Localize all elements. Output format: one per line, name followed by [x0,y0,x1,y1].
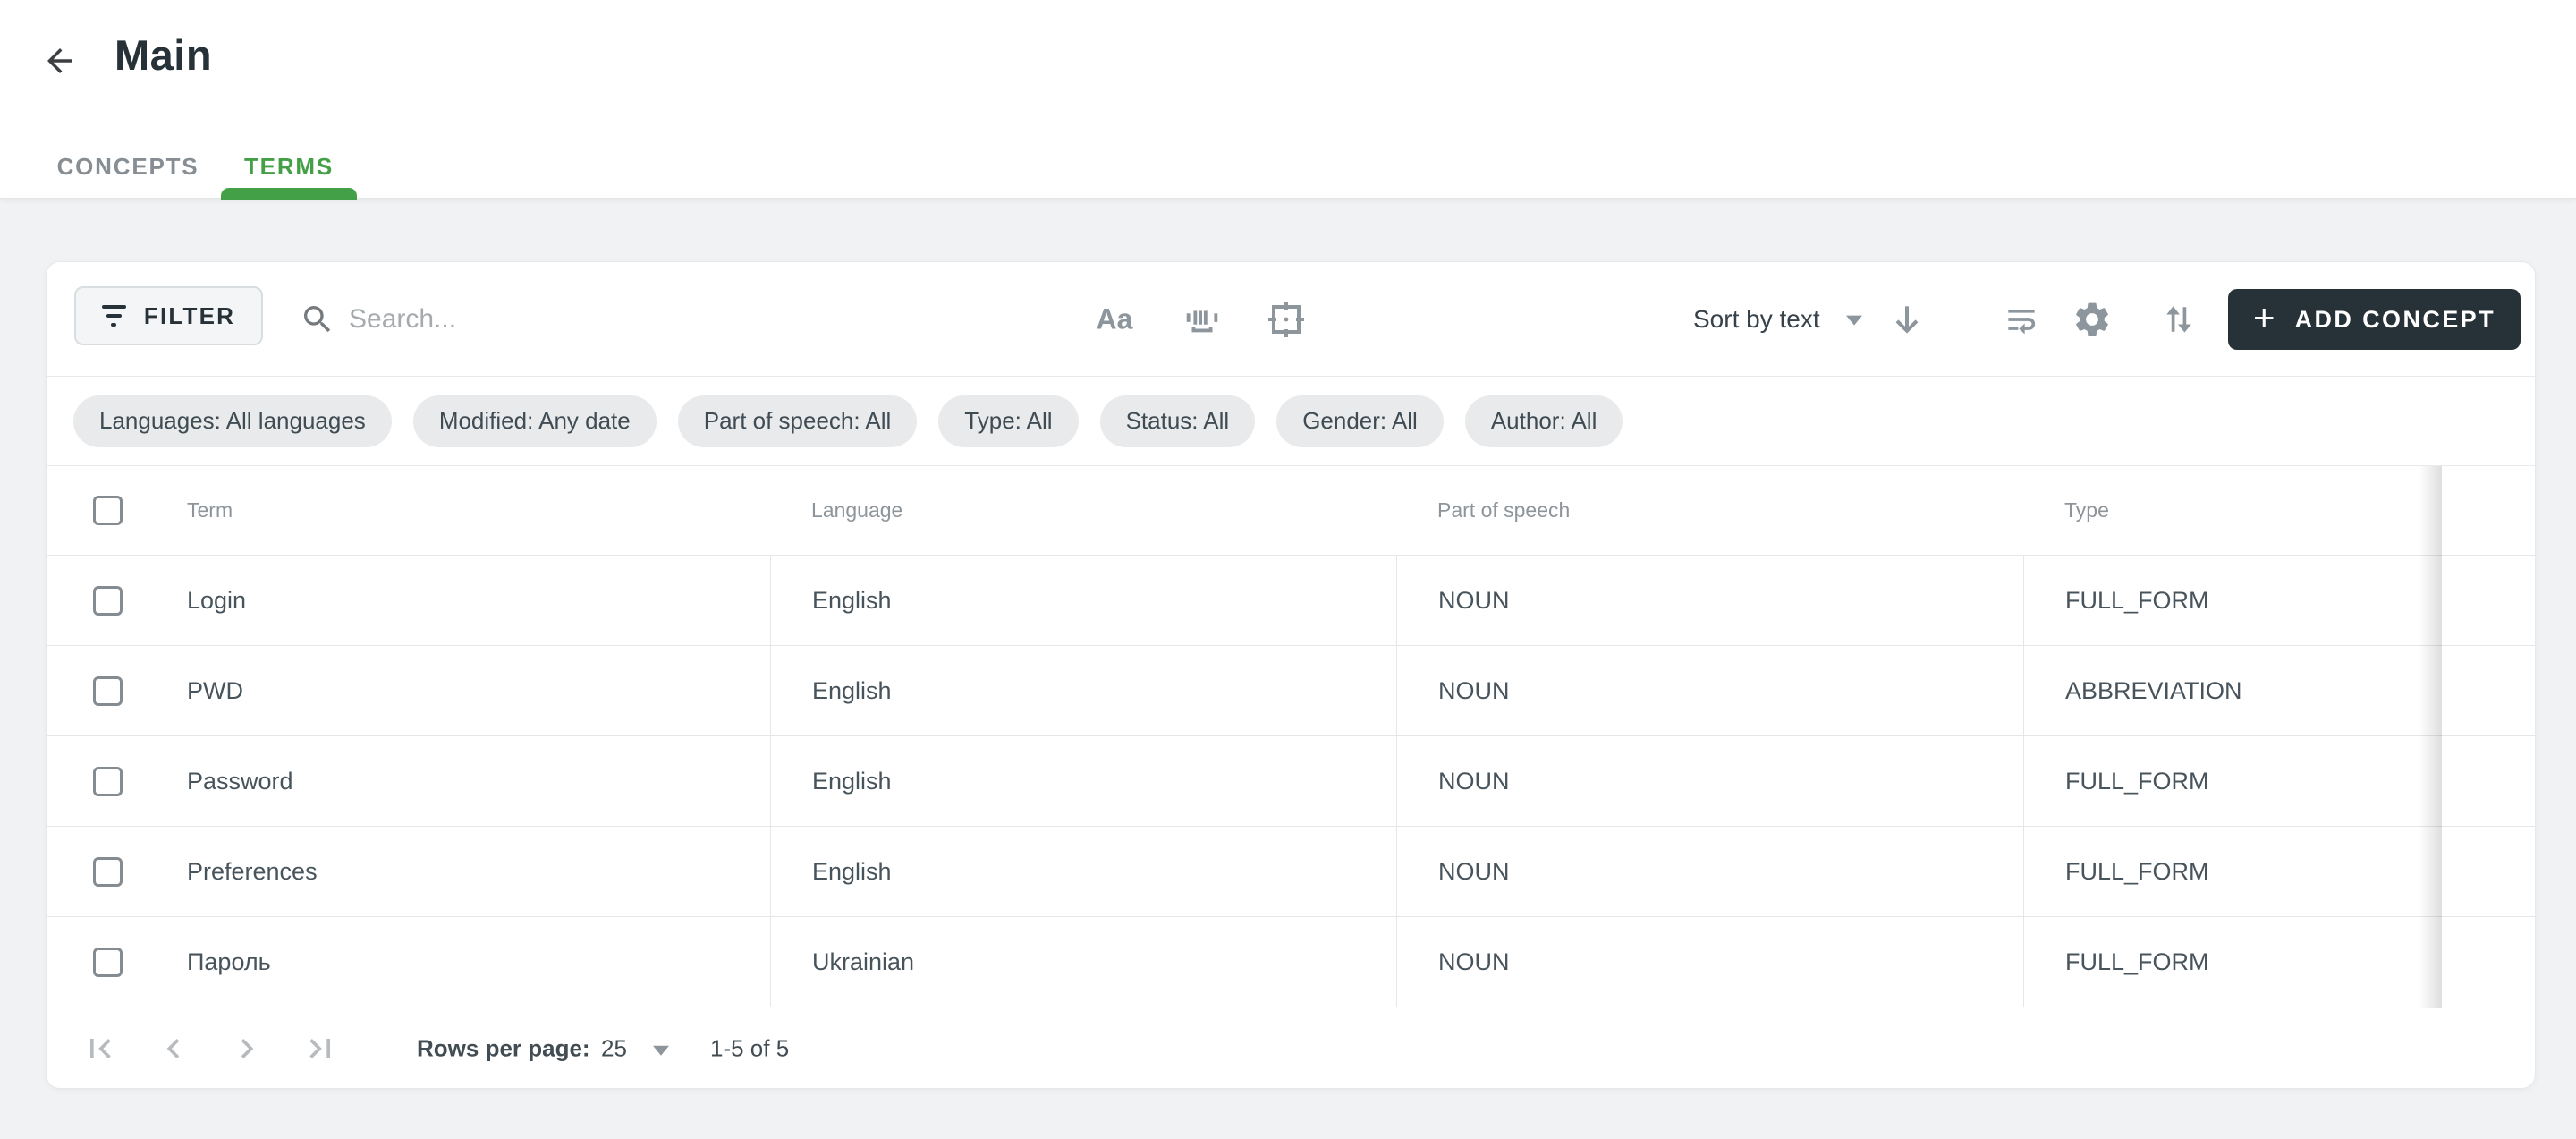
term-cell: Login [187,587,246,615]
type-cell: ABBREVIATION [2023,646,2444,735]
next-page-button[interactable] [225,1027,268,1070]
pinned-cell [2444,736,2535,826]
prev-page-icon [154,1029,193,1068]
center-frame-icon[interactable] [1265,298,1308,341]
term-cell: PWD [187,677,243,705]
part-of-speech-cell: NOUN [1396,827,2023,916]
type-cell: FULL_FORM [2023,736,2444,826]
filter-button-label: FILTER [144,302,235,330]
column-header-term: Term [187,498,233,523]
filter-chip[interactable]: Status: All [1100,395,1256,447]
arrow-down-icon[interactable] [1887,300,1927,339]
rows-per-page-select[interactable]: 25 [601,1034,627,1062]
filter-chip[interactable]: Author: All [1465,395,1623,447]
part-of-speech-cell: NOUN [1396,556,2023,645]
table-row[interactable]: Пароль UkrainianNOUNFULL_FORM [47,917,2535,1007]
wrap-text-icon[interactable] [2002,300,2041,339]
table-row[interactable]: Login EnglishNOUNFULL_FORM [47,556,2535,646]
table-row[interactable]: PWD EnglishNOUNABBREVIATION [47,646,2535,736]
type-cell: FULL_FORM [2023,556,2444,645]
part-of-speech-cell: NOUN [1396,736,2023,826]
pagination-bar: Rows per page: 25 1-5 of 5 [47,1007,2535,1089]
pagination-range: 1-5 of 5 [710,1034,789,1062]
add-concept-label: ADD CONCEPT [2295,306,2496,334]
filter-chip[interactable]: Type: All [938,395,1078,447]
swap-vertical-icon[interactable] [2159,300,2199,339]
search-icon [300,302,335,337]
row-checkbox[interactable] [93,948,123,977]
settings-gear-icon[interactable] [2072,299,2113,340]
part-of-speech-cell: NOUN [1396,917,2023,1007]
language-cell: English [770,556,1396,645]
filter-button[interactable]: FILTER [74,286,263,345]
table-body: LoginEnglishNOUNFULL_FORMPWDEnglishNOUNA… [47,556,2535,1007]
search-input[interactable] [349,304,903,335]
add-concept-button[interactable]: + ADD CONCEPT [2228,289,2521,350]
term-cell: Preferences [187,858,318,886]
part-of-speech-cell: NOUN [1396,646,2023,735]
language-cell: Ukrainian [770,917,1396,1007]
previous-page-button[interactable] [152,1027,195,1070]
toolbar: FILTER Aa Sort b [47,262,2535,377]
first-page-icon [80,1029,120,1068]
term-cell: Password [187,768,293,795]
filter-chip[interactable]: Part of speech: All [678,395,918,447]
column-header-type: Type [2023,498,2444,523]
pinned-cell [2444,556,2535,645]
type-cell: FULL_FORM [2023,917,2444,1007]
row-checkbox[interactable] [93,586,123,616]
filter-chip[interactable]: Languages: All languages [73,395,392,447]
row-checkbox[interactable] [93,676,123,706]
pinned-cell [2444,827,2535,916]
pinned-cell [2444,646,2535,735]
type-cell: FULL_FORM [2023,827,2444,916]
column-header-part-of-speech: Part of speech [1396,498,2023,523]
next-page-icon [227,1029,267,1068]
row-checkbox[interactable] [93,857,123,887]
page-title: Main [114,30,212,80]
barcode-icon[interactable] [1182,299,1223,340]
table-header-row: Term Language Part of speech Type [47,466,2535,556]
rows-per-page-label: Rows per page: [417,1034,590,1062]
sort-caret-icon[interactable] [1846,315,1862,325]
select-all-checkbox[interactable] [93,496,123,525]
language-cell: English [770,736,1396,826]
column-header-language: Language [770,498,1396,523]
row-checkbox[interactable] [93,767,123,796]
table-row[interactable]: Preferences EnglishNOUNFULL_FORM [47,827,2535,917]
terms-panel: FILTER Aa Sort b [46,261,2536,1089]
tab-bar: CONCEPTS TERMS [35,134,357,199]
term-cell: Пароль [187,948,271,976]
back-arrow-icon [41,42,79,80]
filter-icon [102,305,126,327]
last-page-icon [301,1029,340,1068]
language-cell: English [770,827,1396,916]
tab-concepts[interactable]: CONCEPTS [35,134,221,199]
filter-chip[interactable]: Modified: Any date [413,395,657,447]
back-button[interactable] [37,38,83,84]
first-page-button[interactable] [79,1027,122,1070]
sort-by-select[interactable]: Sort by text [1693,305,1820,334]
rows-per-page-caret-icon[interactable] [653,1045,669,1055]
match-case-icon[interactable]: Aa [1097,302,1133,336]
last-page-button[interactable] [299,1027,342,1070]
active-tab-indicator [221,188,357,200]
table-row[interactable]: Password EnglishNOUNFULL_FORM [47,736,2535,827]
plus-icon: + [2253,299,2275,336]
page-header: Main CONCEPTS TERMS [0,0,2576,199]
filter-chip[interactable]: Gender: All [1276,395,1444,447]
language-cell: English [770,646,1396,735]
filter-chips-row: Languages: All languages Modified: Any da… [47,377,2535,466]
pinned-cell [2444,917,2535,1007]
